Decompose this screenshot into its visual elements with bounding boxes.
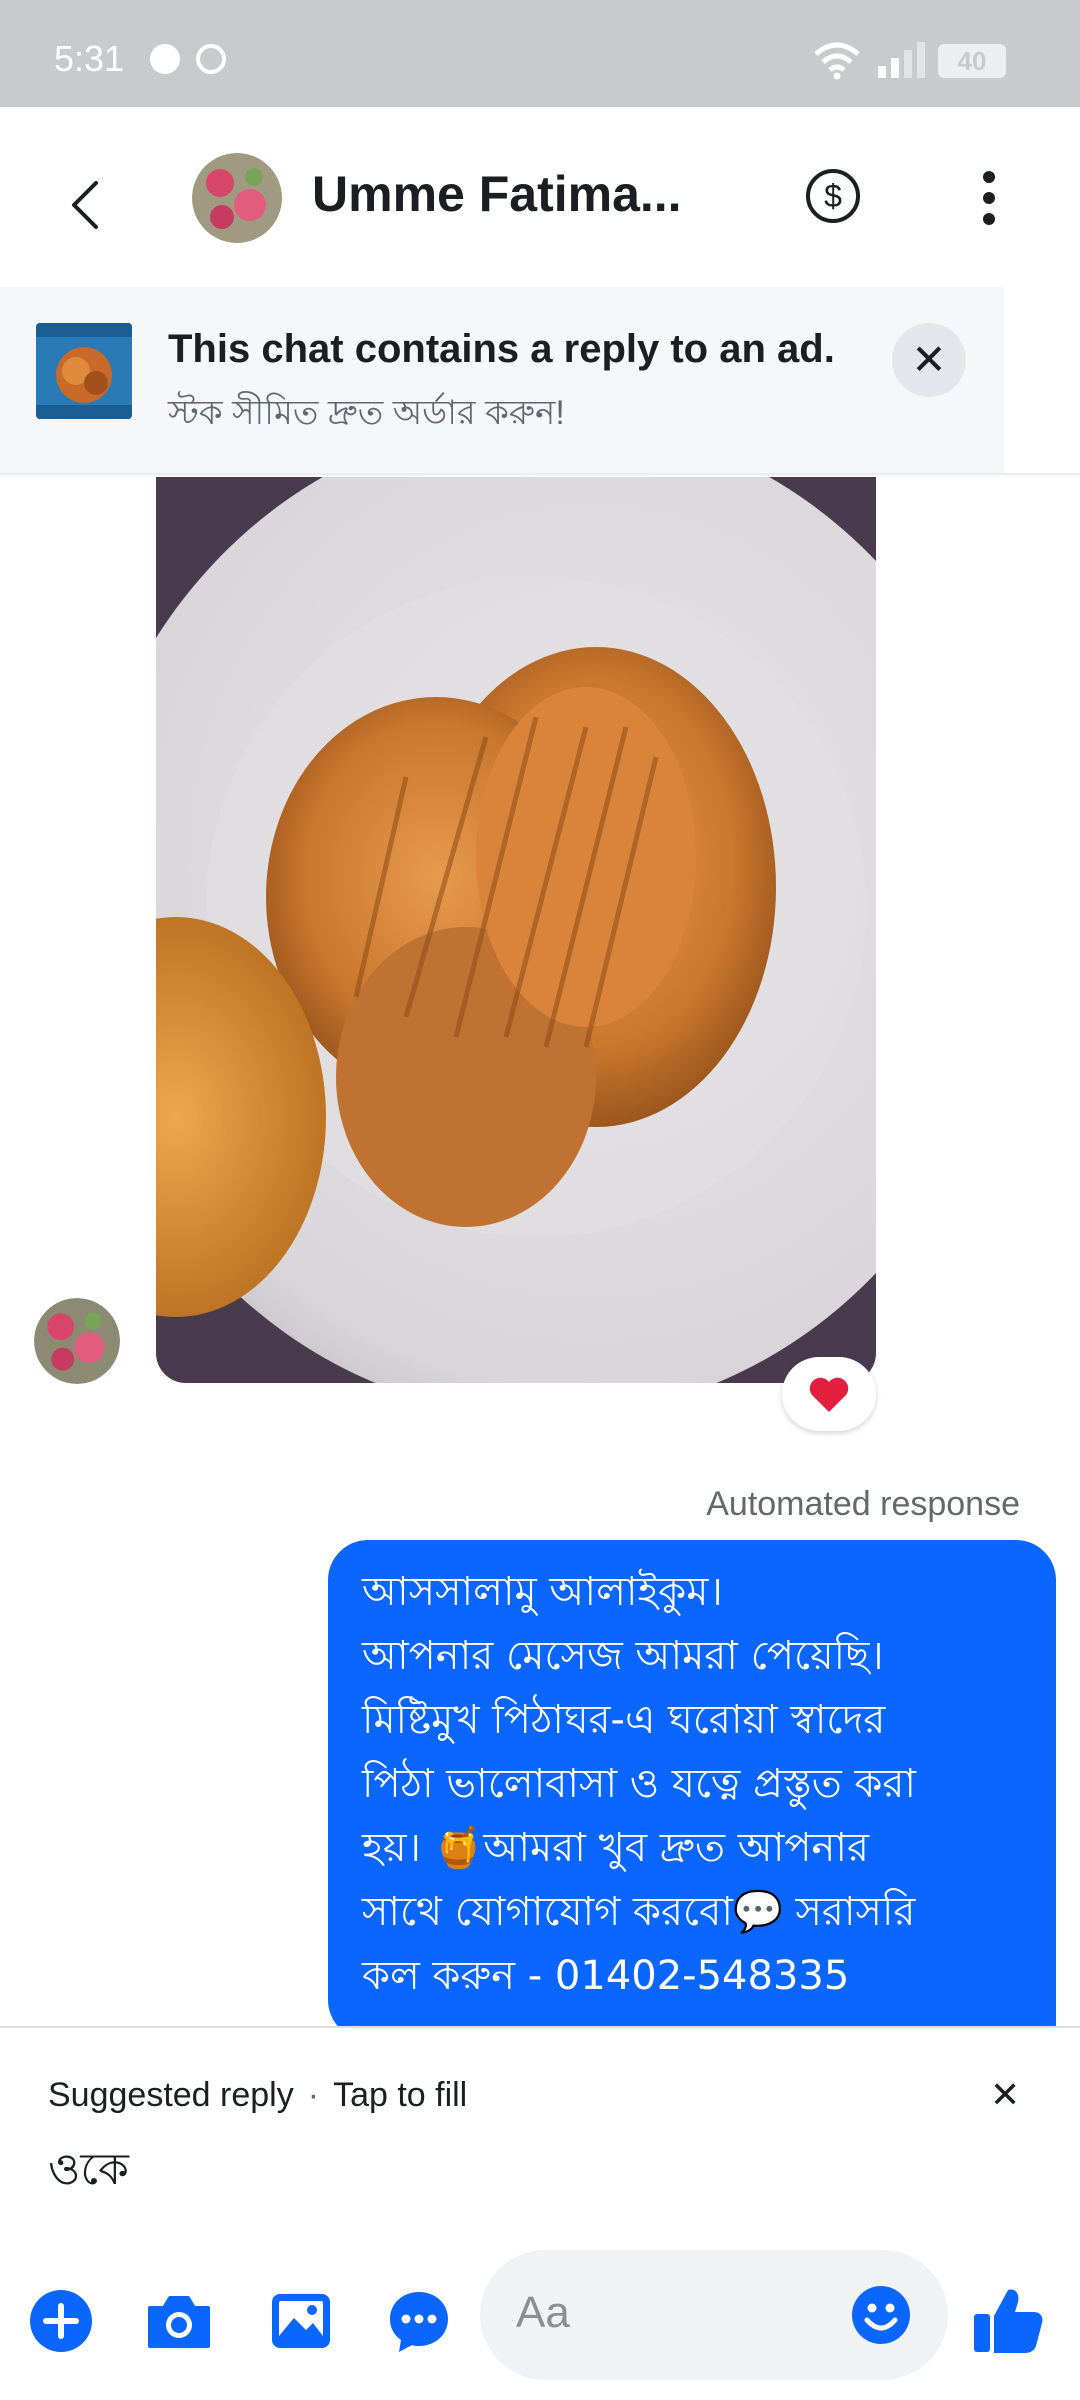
message-line: সাথে যোগাযোগ করবো💬 সরাসরি [362,1889,916,1935]
heart-icon [809,1377,849,1412]
thumbs-up-icon [974,2289,1043,2353]
message-line: মিষ্টিমুখ পিঠাঘর-এ ঘরোয়া স্বাদের [362,1697,886,1743]
sender-avatar[interactable] [34,1298,120,1384]
emoji-icon [852,2286,910,2344]
gallery-icon [272,2294,330,2348]
suggested-reply-label: Suggested reply [48,2076,294,2114]
chat-button[interactable] [384,2286,454,2356]
message-input-placeholder: Aa [516,2288,570,2337]
message-input[interactable]: Aa [480,2250,948,2380]
message-line: আসসালামু আলাইকুম। [362,1569,723,1615]
suggested-reply-close-button[interactable]: ✕ [990,2074,1020,2116]
ad-banner-close-button[interactable]: ✕ [892,323,966,397]
like-button[interactable] [970,2282,1043,2353]
camera-button[interactable] [144,2286,214,2356]
sent-message-bubble[interactable]: আসসালামু আলাইকুম। আপনার মেসেজ আমরা পেয়ে… [328,1540,1056,2040]
suggested-reply-header: Suggested reply · Tap to fill [48,2076,467,2115]
plus-button[interactable] [26,2286,96,2356]
contact-avatar[interactable] [192,153,282,243]
signal-icon [878,42,925,78]
gallery-button[interactable] [266,2286,336,2356]
separator-dot: · [307,2076,320,2114]
ad-banner-title: This chat contains a reply to an ad. [168,327,835,371]
message-line: হয়। 🍯আমরা খুব দ্রুত আপনার [362,1825,870,1871]
tap-to-fill-hint: Tap to fill [333,2076,468,2114]
back-button[interactable] [60,165,110,245]
status-time: 5:31 [54,38,125,79]
chat-bubble-icon [390,2292,448,2352]
photo-message[interactable] [156,477,876,1383]
camera-icon [148,2296,210,2348]
status-bar: 5:31 40 [0,0,1080,107]
battery-indicator: 40 [938,44,1006,78]
plus-icon [30,2290,92,2352]
dollar-icon: $ [824,178,842,214]
close-icon: ✕ [990,2074,1021,2115]
suggested-reply-text[interactable]: ওকে [48,2136,129,2209]
emoji-button[interactable] [850,2284,912,2346]
more-icon [983,171,995,183]
notification-icon [196,44,226,74]
messenger-notification-icon [150,44,180,74]
suggested-reply-panel: Suggested reply · Tap to fill ✕ ওকে [0,2026,1080,2252]
more-options-button[interactable] [974,171,1004,231]
ad-reply-banner[interactable]: This chat contains a reply to an ad. স্ট… [0,287,1004,473]
message-line: কল করুন - 01402-548335 [362,1953,850,1999]
close-icon: ✕ [911,335,947,384]
automated-response-label: Automated response [706,1485,1020,1523]
payment-button[interactable]: $ [806,169,860,223]
message-line: পিঠা ভালোবাসা ও যত্নে প্রস্তুত করা [362,1761,917,1807]
message-line: আপনার মেসেজ আমরা পেয়েছি। [362,1633,884,1679]
chat-header: Umme Fatima... $ [0,107,1080,287]
ad-thumbnail [36,323,132,419]
contact-name[interactable]: Umme Fatima... [312,165,682,223]
back-icon [72,181,98,229]
heart-reaction[interactable] [782,1357,876,1431]
ad-banner-subtitle: স্টক সীমিত দ্রুত অর্ডার করুন! [168,394,565,432]
wifi-icon [814,42,860,80]
